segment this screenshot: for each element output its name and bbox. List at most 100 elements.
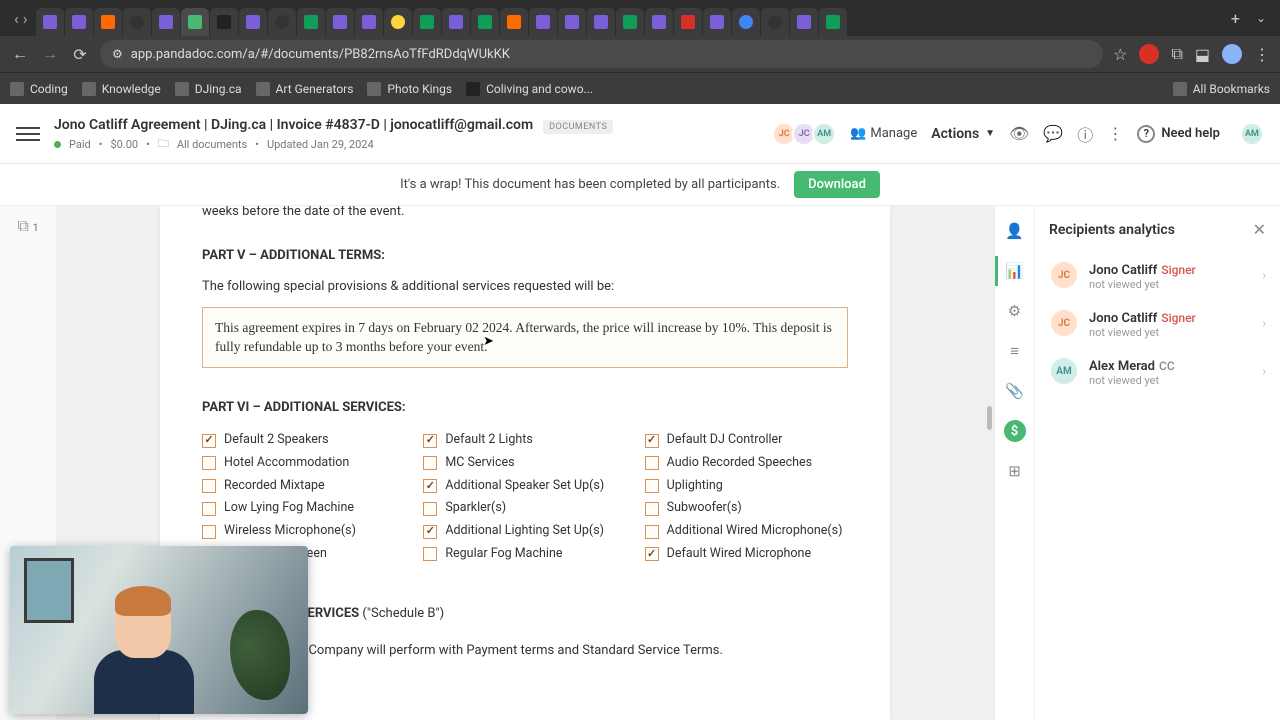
browser-tab[interactable] xyxy=(297,8,325,36)
payment-icon[interactable]: $ xyxy=(1004,420,1026,442)
recipient-role: CC xyxy=(1159,359,1175,373)
browser-tab[interactable] xyxy=(326,8,354,36)
scrollbar-thumb[interactable] xyxy=(987,406,992,430)
browser-tab[interactable] xyxy=(790,8,818,36)
browser-tab[interactable] xyxy=(616,8,644,36)
bookmark-item[interactable]: Coliving and cowo... xyxy=(466,82,593,96)
service-checkbox-item: Additional Lighting Set Up(s) xyxy=(423,522,626,541)
info-icon[interactable]: ⓘ xyxy=(1077,122,1093,146)
checkbox-icon xyxy=(202,434,216,448)
bookmark-item[interactable]: Art Generators xyxy=(256,82,354,96)
browser-tab[interactable] xyxy=(761,8,789,36)
browser-tab[interactable] xyxy=(268,8,296,36)
settings-icon[interactable]: ⚙ xyxy=(1004,300,1026,322)
doc-status: Paid xyxy=(69,138,91,151)
kebab-menu-icon[interactable]: ⋮ xyxy=(1107,124,1123,143)
layers-icon[interactable]: ≡ xyxy=(1004,340,1026,362)
browser-tab[interactable] xyxy=(442,8,470,36)
browser-tab[interactable] xyxy=(355,8,383,36)
preview-icon[interactable]: 👁 xyxy=(1009,124,1029,143)
bookmark-item[interactable]: Coding xyxy=(10,82,68,96)
chevron-right-icon: › xyxy=(1262,316,1266,330)
checkbox-icon xyxy=(645,456,659,470)
browser-tab[interactable] xyxy=(645,8,673,36)
extension-icon[interactable] xyxy=(1139,44,1159,64)
all-bookmarks[interactable]: All Bookmarks xyxy=(1173,82,1270,96)
url-text: app.pandadoc.com/a/#/documents/PB82rnsAo… xyxy=(131,47,510,62)
browser-tab[interactable] xyxy=(152,8,180,36)
forward-button[interactable]: → xyxy=(40,44,60,64)
reload-button[interactable]: ⟳ xyxy=(70,45,90,64)
tab-overflow-button[interactable]: ⌄ xyxy=(1248,11,1274,25)
browser-tab[interactable] xyxy=(529,8,557,36)
checkbox-icon xyxy=(423,434,437,448)
breadcrumb[interactable]: All documents xyxy=(177,138,247,151)
browser-tab[interactable] xyxy=(558,8,586,36)
browser-tab[interactable] xyxy=(413,8,441,36)
bookmark-star-icon[interactable]: ☆ xyxy=(1113,45,1127,64)
browser-tab[interactable] xyxy=(674,8,702,36)
browser-tab[interactable] xyxy=(384,8,412,36)
browser-tab[interactable] xyxy=(500,8,528,36)
actions-dropdown[interactable]: Actions ▼ xyxy=(931,126,995,142)
service-label: Wireless Microphone(s) xyxy=(224,522,356,541)
service-checkbox-item: Additional Speaker Set Up(s) xyxy=(423,477,626,496)
recipient-row[interactable]: JCJono CatliffSignernot viewed yet› xyxy=(1049,299,1266,347)
avatar: AM xyxy=(812,122,836,146)
checkbox-icon xyxy=(202,525,216,539)
service-label: Hotel Accommodation xyxy=(224,454,349,473)
manage-button[interactable]: 👥 Manage xyxy=(850,126,917,141)
recipient-name: Jono Catliff xyxy=(1089,311,1157,326)
browser-tab[interactable] xyxy=(123,8,151,36)
bookmark-item[interactable]: DJing.ca xyxy=(175,82,242,96)
recipients-icon[interactable]: 👤 xyxy=(1004,220,1026,242)
downloads-icon[interactable]: ⬓ xyxy=(1195,45,1210,64)
download-button[interactable]: Download xyxy=(794,171,880,198)
browser-tab[interactable] xyxy=(94,8,122,36)
browser-tab-active[interactable] xyxy=(181,8,209,36)
service-checkbox-item: Subwoofer(s) xyxy=(645,499,848,518)
picture-in-picture-video[interactable] xyxy=(10,546,308,714)
browser-tab[interactable] xyxy=(36,8,64,36)
recipient-name: Jono Catliff xyxy=(1089,263,1157,278)
back-button[interactable]: ← xyxy=(10,44,30,64)
apps-icon[interactable]: ⊞ xyxy=(1004,460,1026,482)
close-icon[interactable]: ✕ xyxy=(1253,220,1266,239)
bookmark-item[interactable]: Knowledge xyxy=(82,82,161,96)
service-checkbox-item: Uplighting xyxy=(645,477,848,496)
bookmarks-bar: Coding Knowledge DJing.ca Art Generators… xyxy=(0,72,1280,104)
browser-tab[interactable] xyxy=(703,8,731,36)
new-tab-button[interactable]: + xyxy=(1223,9,1248,28)
page-thumbnail[interactable]: ⧉ 1 xyxy=(17,216,38,236)
service-label: Additional Lighting Set Up(s) xyxy=(445,522,604,541)
browser-tab[interactable] xyxy=(65,8,93,36)
browser-tab[interactable] xyxy=(210,8,238,36)
avatar-stack[interactable]: JC JC AM xyxy=(776,122,836,146)
bookmark-item[interactable]: Photo Kings xyxy=(367,82,452,96)
recipient-row[interactable]: JCJono CatliffSignernot viewed yet› xyxy=(1049,251,1266,299)
page-number: 1 xyxy=(33,223,39,234)
analytics-icon[interactable]: 📊 xyxy=(1004,260,1026,282)
part5-intro: The following special provisions & addit… xyxy=(202,277,848,297)
attachment-icon[interactable]: 📎 xyxy=(1004,380,1026,402)
browser-tab[interactable] xyxy=(587,8,615,36)
hamburger-menu-icon[interactable] xyxy=(16,123,40,145)
browser-tab[interactable] xyxy=(819,8,847,36)
browser-tab[interactable] xyxy=(732,8,760,36)
user-avatar[interactable]: AM xyxy=(1240,122,1264,146)
profile-avatar-icon[interactable] xyxy=(1222,44,1242,64)
chevron-right-icon: › xyxy=(1262,268,1266,282)
site-info-icon[interactable]: ⚙ xyxy=(112,47,123,61)
browser-tab[interactable] xyxy=(239,8,267,36)
part6-heading: PART VI – ADDITIONAL SERVICES: xyxy=(202,398,848,418)
browser-tab-strip: ‹ › + ⌄ xyxy=(0,0,1280,36)
recipient-row[interactable]: AMAlex MeradCCnot viewed yet› xyxy=(1049,347,1266,395)
kebab-menu-icon[interactable]: ⋮ xyxy=(1254,45,1270,64)
help-button[interactable]: ? Need help xyxy=(1137,125,1220,143)
extensions-icon[interactable]: ⧉ xyxy=(1171,44,1182,64)
comments-icon[interactable]: 💬 xyxy=(1043,124,1063,143)
url-field[interactable]: ⚙ app.pandadoc.com/a/#/documents/PB82rns… xyxy=(100,40,1103,68)
doc-title-block: Jono Catliff Agreement | DJing.ca | Invo… xyxy=(54,114,776,154)
service-checkbox-item: Default 2 Lights xyxy=(423,431,626,450)
browser-tab[interactable] xyxy=(471,8,499,36)
